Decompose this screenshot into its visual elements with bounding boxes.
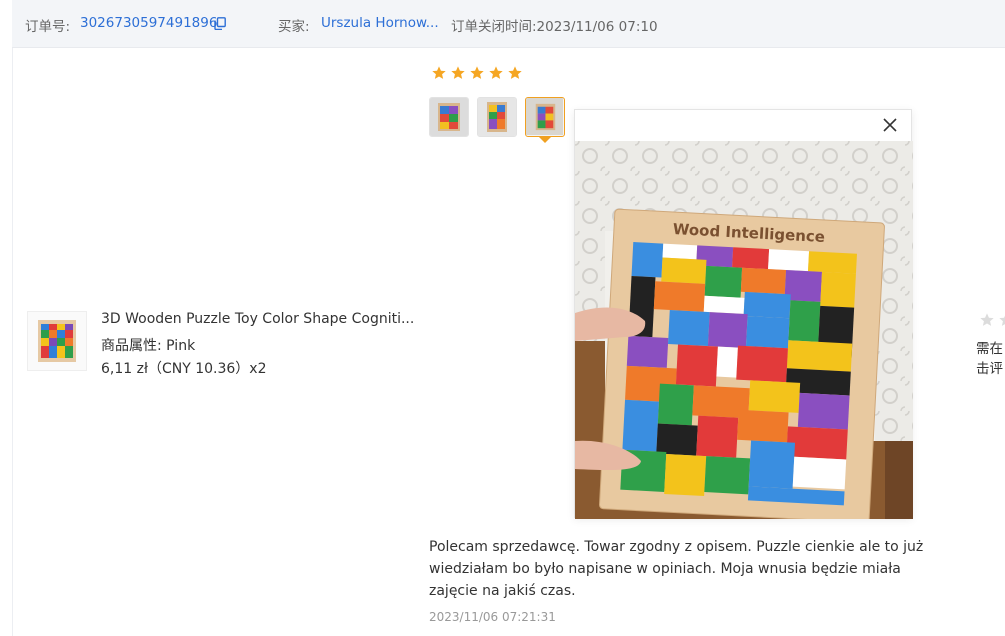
review-photo-large: Wood Intelligence bbox=[575, 141, 913, 519]
order-closed-time: 订单关闭时间:2023/11/06 07:10 bbox=[451, 19, 658, 35]
order-number-label: 订单号: bbox=[25, 19, 71, 35]
close-icon[interactable] bbox=[883, 118, 897, 132]
buyer-name-link[interactable]: Urszula Hornow... bbox=[321, 15, 439, 31]
product-title[interactable]: 3D Wooden Puzzle Toy Color Shape Cogniti… bbox=[101, 311, 414, 327]
review-photo-thumb-active[interactable] bbox=[525, 97, 565, 137]
review-photo-thumb[interactable] bbox=[429, 97, 469, 137]
star-icon bbox=[508, 66, 522, 79]
star-outline-icon[interactable] bbox=[979, 312, 995, 328]
review-photo-thumb[interactable] bbox=[477, 97, 517, 137]
reply-note-line1: 需在 bbox=[976, 341, 1003, 357]
star-icon bbox=[451, 66, 465, 79]
active-thumb-indicator bbox=[539, 137, 551, 143]
product-price: 6,11 zł（CNY 10.36）x2 bbox=[101, 361, 267, 377]
review-date: 2023/11/06 07:21:31 bbox=[429, 610, 556, 624]
star-icon bbox=[489, 66, 503, 79]
star-icon bbox=[470, 66, 484, 79]
reply-note-line2: 击评 bbox=[976, 361, 1003, 377]
star-outline-icon[interactable] bbox=[998, 312, 1005, 328]
star-icon bbox=[432, 66, 446, 79]
photo-preview-popup: Wood Intelligence bbox=[574, 109, 913, 519]
reply-note: 需在 击评 bbox=[976, 339, 1005, 379]
product-thumbnail[interactable] bbox=[27, 311, 87, 371]
review-comment: Polecam sprzedawcę. Towar zgodny z opise… bbox=[429, 539, 924, 599]
empty-rating-stars[interactable] bbox=[979, 312, 1005, 328]
product-attribute: 商品属性: Pink bbox=[101, 338, 196, 354]
order-number-link[interactable]: 3026730597491896 bbox=[80, 15, 217, 31]
order-header: 订单号: 3026730597491896 买家: Urszula Hornow… bbox=[12, 0, 1005, 48]
copy-icon[interactable] bbox=[214, 17, 226, 30]
order-review-page: 订单号: 3026730597491896 买家: Urszula Hornow… bbox=[0, 0, 1005, 636]
buyer-label: 买家: bbox=[278, 19, 310, 35]
rating-stars bbox=[431, 65, 523, 81]
divider bbox=[12, 48, 13, 636]
